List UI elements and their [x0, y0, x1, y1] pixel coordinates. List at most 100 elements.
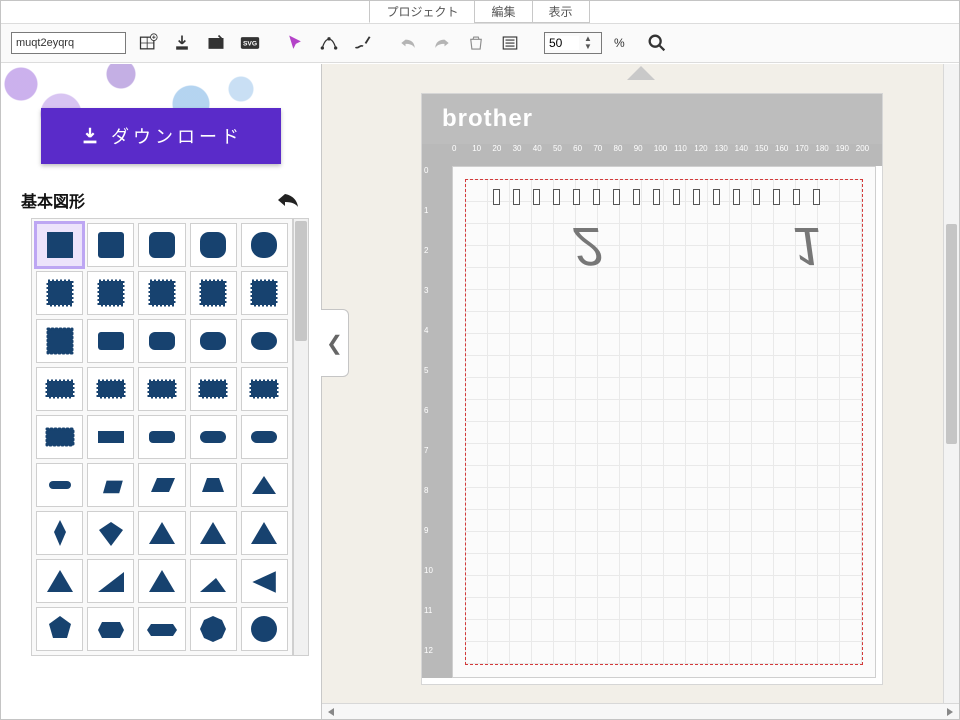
search-input[interactable]	[11, 32, 126, 54]
shape-cell[interactable]	[241, 559, 288, 603]
notch-shape[interactable]	[733, 189, 740, 205]
shape-icon	[43, 324, 77, 358]
shape-icon	[43, 420, 77, 454]
shape-cell[interactable]	[241, 511, 288, 555]
path-tool-icon[interactable]	[317, 31, 341, 55]
shape-cell[interactable]	[138, 463, 185, 507]
shape-cell[interactable]	[241, 367, 288, 411]
notch-shape[interactable]	[633, 189, 640, 205]
trash-icon[interactable]	[464, 31, 488, 55]
notch-shape[interactable]	[693, 189, 700, 205]
shape-cell[interactable]	[241, 463, 288, 507]
shape-cell[interactable]	[190, 367, 237, 411]
zoom-spinner[interactable]: ▲▼	[579, 35, 597, 51]
cutting-mat[interactable]: brother 01020304050607080901001101201301…	[422, 94, 882, 684]
shape-icon	[196, 612, 230, 646]
shape-cell[interactable]	[190, 415, 237, 459]
shape-cell[interactable]	[138, 271, 185, 315]
shape-cell[interactable]	[36, 271, 83, 315]
notch-shape[interactable]	[613, 189, 620, 205]
menu-view[interactable]: 表示	[532, 1, 590, 23]
shape-cell[interactable]	[87, 415, 134, 459]
notch-shape[interactable]	[493, 189, 500, 205]
shape-cell[interactable]	[87, 607, 134, 651]
notch-shape[interactable]	[793, 189, 800, 205]
panel-collapse-handle[interactable]: ❮	[321, 309, 349, 377]
shape-cell[interactable]	[190, 223, 237, 267]
image-import-icon[interactable]	[204, 31, 228, 55]
shape-cell[interactable]	[87, 559, 134, 603]
shape-cell[interactable]	[190, 607, 237, 651]
shape-cell[interactable]	[138, 607, 185, 651]
notch-shape[interactable]	[553, 189, 560, 205]
shape-cell[interactable]	[87, 367, 134, 411]
shape-cell[interactable]	[241, 319, 288, 363]
import-icon[interactable]	[170, 31, 194, 55]
shape-icon	[247, 612, 281, 646]
shape-cell[interactable]	[190, 559, 237, 603]
back-icon[interactable]	[275, 190, 301, 210]
draw-tool-icon[interactable]	[351, 31, 375, 55]
shape-cell[interactable]	[190, 463, 237, 507]
shape-cell[interactable]	[190, 271, 237, 315]
mat-workarea[interactable]: 2 1	[452, 166, 876, 678]
grid-plus-icon[interactable]	[136, 31, 160, 55]
shape-cell[interactable]	[241, 415, 288, 459]
shape-cell[interactable]	[138, 319, 185, 363]
shape-cell[interactable]	[36, 463, 83, 507]
shape-cell[interactable]	[241, 607, 288, 651]
shape-cell[interactable]	[138, 511, 185, 555]
undo-icon[interactable]	[396, 31, 420, 55]
svg-icon[interactable]: SVG	[238, 31, 262, 55]
shape-icon	[247, 420, 281, 454]
notch-shape[interactable]	[533, 189, 540, 205]
shape-cell[interactable]	[36, 511, 83, 555]
shape-cell[interactable]	[87, 223, 134, 267]
shape-cell[interactable]	[190, 511, 237, 555]
notch-shape[interactable]	[713, 189, 720, 205]
zoom-value[interactable]	[545, 36, 579, 50]
shape-cell[interactable]	[87, 463, 134, 507]
zoom-search-icon[interactable]	[645, 31, 669, 55]
shape-cell[interactable]	[241, 223, 288, 267]
notch-shape[interactable]	[773, 189, 780, 205]
shape-icon	[145, 372, 179, 406]
zoom-input[interactable]: ▲▼	[544, 32, 602, 54]
menu-edit[interactable]: 編集	[474, 1, 532, 23]
shape-cell[interactable]	[241, 271, 288, 315]
shape-cell[interactable]	[36, 559, 83, 603]
notch-shape[interactable]	[513, 189, 520, 205]
zoom-down-icon[interactable]: ▼	[579, 43, 597, 51]
shape-icon	[247, 372, 281, 406]
shape-cell[interactable]	[36, 415, 83, 459]
pointer-icon[interactable]	[283, 31, 307, 55]
shape-cell[interactable]	[87, 271, 134, 315]
notch-shape[interactable]	[593, 189, 600, 205]
scrollbar-thumb[interactable]	[295, 221, 307, 341]
shapes-scrollbar[interactable]	[293, 218, 309, 656]
shape-cell[interactable]	[36, 607, 83, 651]
shape-cell[interactable]	[36, 367, 83, 411]
shape-cell[interactable]	[36, 319, 83, 363]
notch-shape[interactable]	[573, 189, 580, 205]
shape-cell[interactable]	[138, 415, 185, 459]
shape-cell[interactable]	[36, 223, 83, 267]
notch-shape[interactable]	[673, 189, 680, 205]
shape-cell[interactable]	[87, 511, 134, 555]
notch-shape[interactable]	[753, 189, 760, 205]
shape-cell[interactable]	[190, 319, 237, 363]
page-up-arrow-icon[interactable]	[627, 66, 655, 80]
download-button[interactable]: ダウンロード	[41, 108, 281, 164]
menu-project[interactable]: プロジェクト	[369, 1, 475, 23]
notch-shape[interactable]	[653, 189, 660, 205]
canvas-scrollbar-horizontal[interactable]	[322, 703, 959, 719]
canvas-scrollbar-vertical[interactable]	[943, 64, 959, 703]
redo-icon[interactable]	[430, 31, 454, 55]
properties-panel-icon[interactable]	[498, 31, 522, 55]
shape-cell[interactable]	[138, 559, 185, 603]
shape-cell[interactable]	[87, 319, 134, 363]
scrollbar-thumb[interactable]	[946, 224, 957, 444]
shape-cell[interactable]	[138, 367, 185, 411]
notch-shape[interactable]	[813, 189, 820, 205]
shape-cell[interactable]	[138, 223, 185, 267]
